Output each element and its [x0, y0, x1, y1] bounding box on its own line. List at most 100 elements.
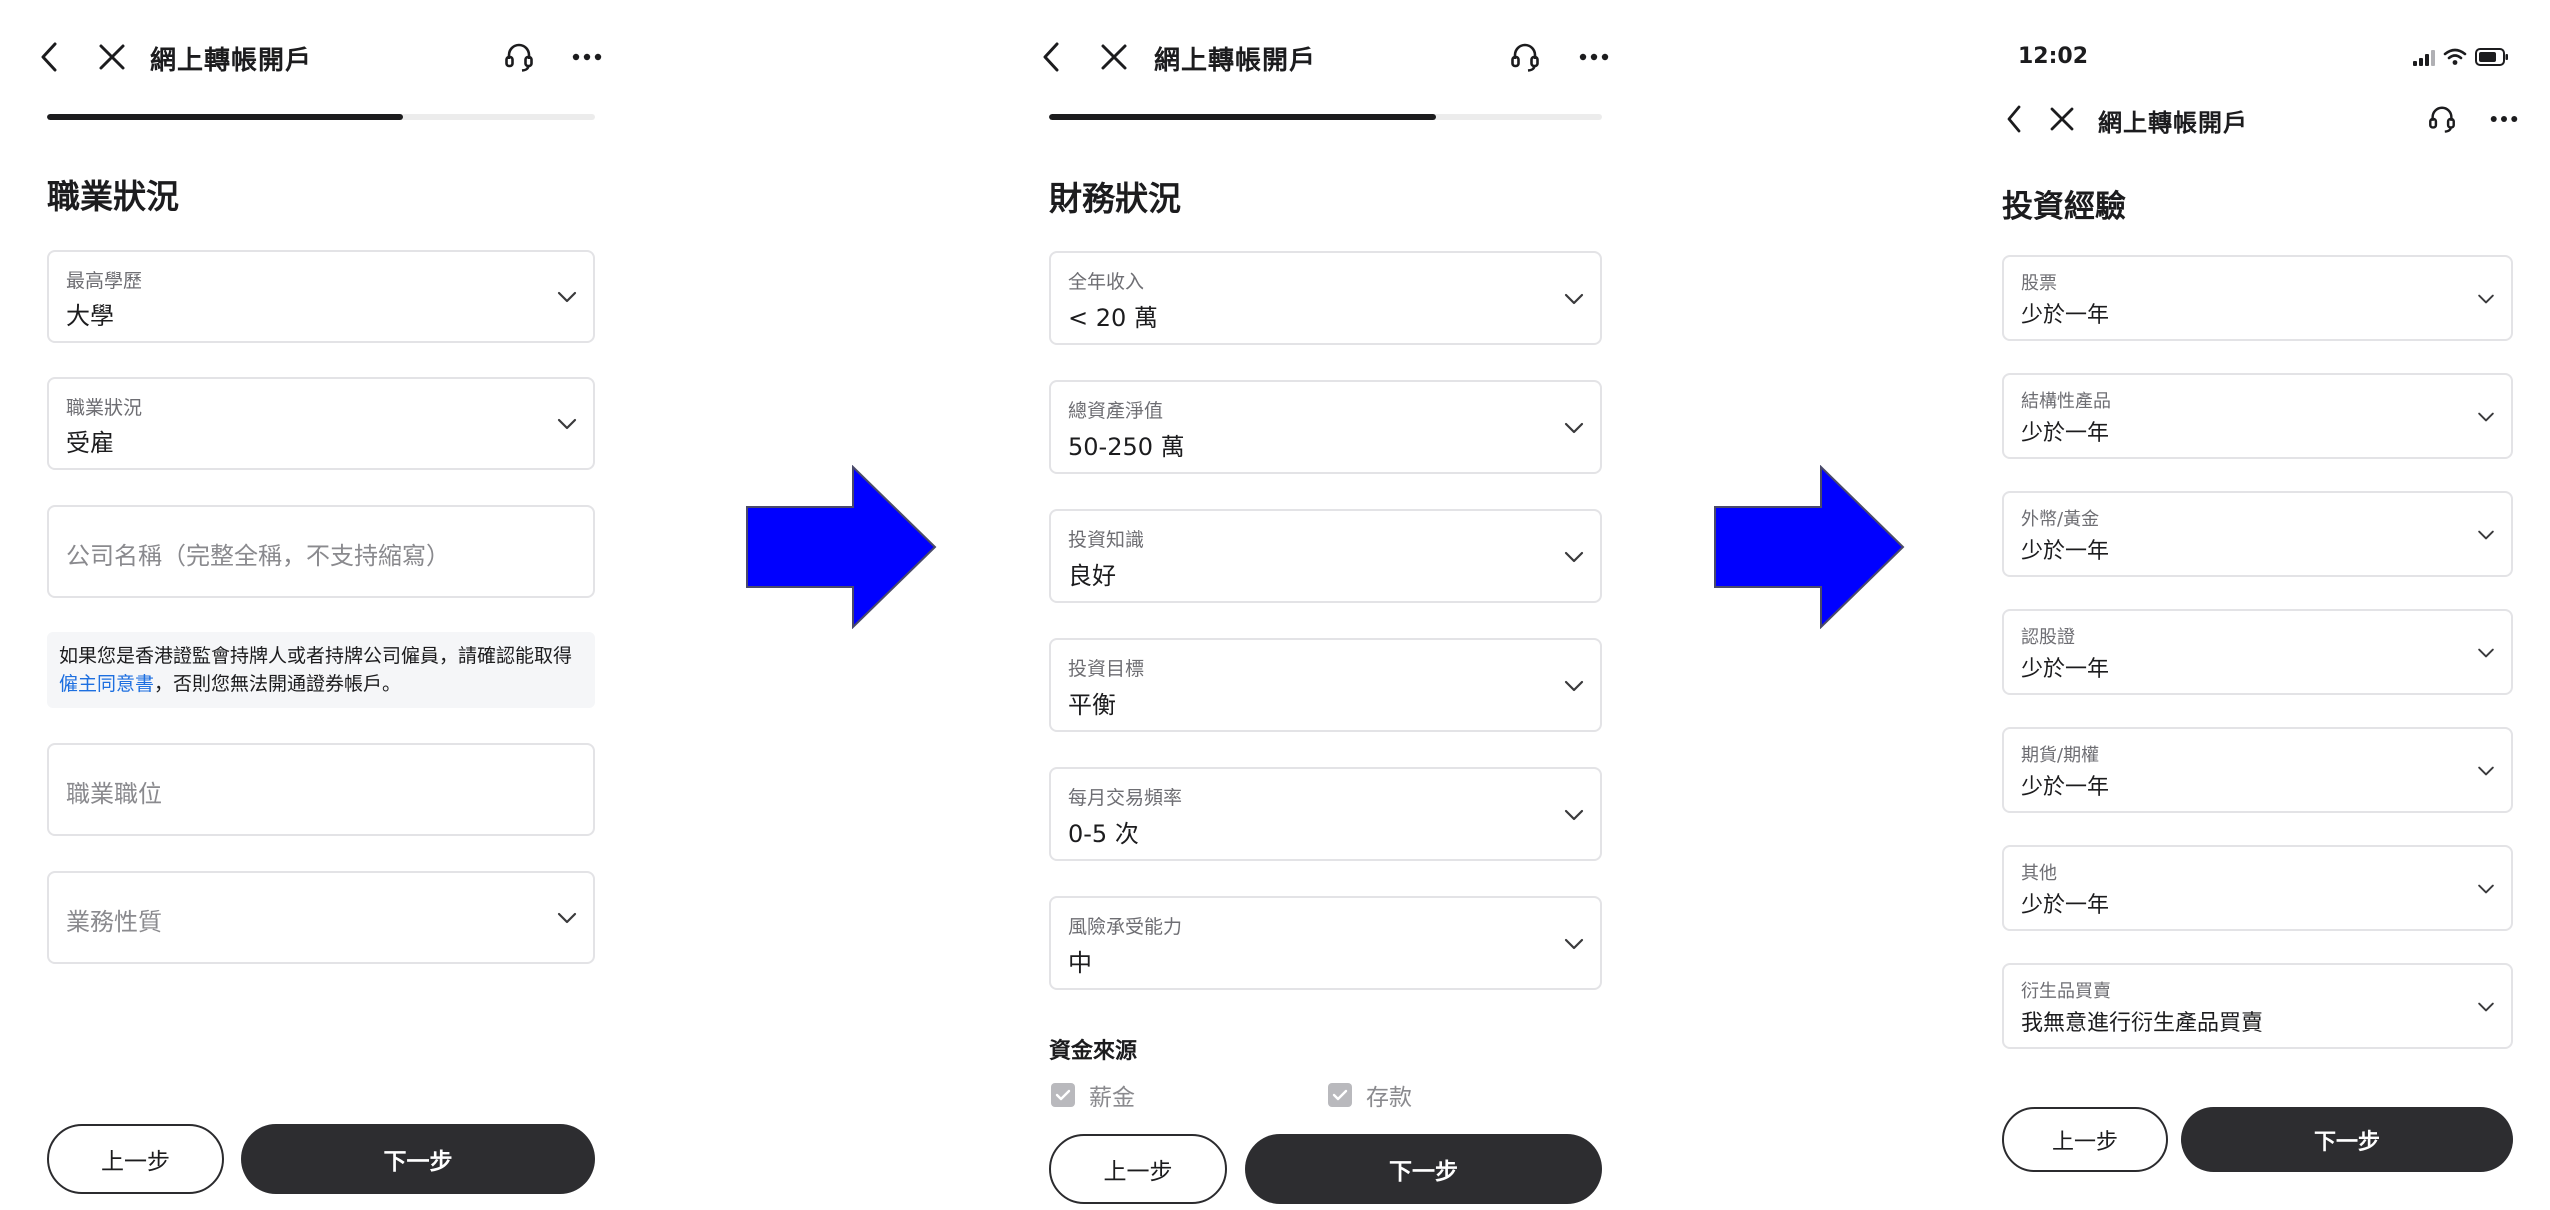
- education-select[interactable]: 最高學歷 大學: [47, 250, 595, 343]
- field-value: 0-5 次: [1068, 820, 1139, 848]
- page-title: 網上轉帳開戶: [150, 46, 313, 76]
- progress-bar: [47, 114, 595, 120]
- checkbox-label: 薪金: [1089, 1085, 1135, 1111]
- flow-arrow-icon: [1714, 465, 1905, 629]
- trade-frequency-select[interactable]: 每月交易頻率 0-5 次: [1049, 767, 1602, 861]
- checkbox-checked-icon: [1328, 1083, 1352, 1107]
- chevron-down-icon: [1564, 293, 1584, 305]
- field-value: 受雇: [66, 429, 114, 457]
- field-label: 結構性產品: [2021, 391, 2111, 412]
- section-title: 職業狀況: [47, 177, 179, 216]
- close-icon[interactable]: [1099, 42, 1129, 72]
- chevron-down-icon: [1564, 422, 1584, 434]
- chevron-down-icon: [1564, 680, 1584, 692]
- annual-income-select[interactable]: 全年收入 < 20 萬: [1049, 251, 1602, 345]
- next-button[interactable]: 下一步: [1245, 1134, 1602, 1204]
- risk-tolerance-select[interactable]: 風險承受能力 中: [1049, 896, 1602, 990]
- chevron-down-icon: [2478, 530, 2494, 540]
- section-title: 財務狀況: [1049, 179, 1181, 218]
- field-label: 最高學歷: [66, 270, 143, 292]
- page-title: 網上轉帳開戶: [1154, 46, 1317, 76]
- headset-icon[interactable]: [502, 40, 536, 74]
- back-arrow-icon[interactable]: [36, 40, 62, 74]
- field-value: < 20 萬: [1068, 304, 1158, 332]
- section-title: 投資經驗: [2002, 189, 2126, 225]
- field-label: 投資知識: [1068, 529, 1145, 551]
- next-button[interactable]: 下一步: [241, 1124, 595, 1194]
- chevron-down-icon: [2478, 884, 2494, 894]
- futures-options-select[interactable]: 期貨/期權 少於一年: [2002, 727, 2513, 813]
- field-value: 少於一年: [2021, 893, 2110, 918]
- progress-bar: [1049, 114, 1602, 120]
- derivatives-trading-select[interactable]: 衍生品買賣 我無意進行衍生產品買賣: [2002, 963, 2513, 1049]
- chevron-down-icon: [2478, 648, 2494, 658]
- employment-status-select[interactable]: 職業狀況 受雇: [47, 377, 595, 470]
- structured-products-select[interactable]: 結構性產品 少於一年: [2002, 373, 2513, 459]
- business-nature-select[interactable]: 業務性質: [47, 871, 595, 964]
- chevron-down-icon: [2478, 766, 2494, 776]
- field-label: 總資產淨值: [1068, 400, 1164, 422]
- chevron-down-icon: [2478, 412, 2494, 422]
- signal-icon: [2413, 50, 2435, 66]
- chevron-down-icon: [1564, 809, 1584, 821]
- field-value: 我無意進行衍生產品買賣: [2021, 1011, 2264, 1036]
- back-arrow-icon[interactable]: [1038, 40, 1064, 74]
- input-placeholder: 公司名稱（完整全稱，不支持縮寫）: [66, 542, 450, 570]
- screen-investment-experience: 12:02 網上轉帳開戶 投資經驗 股票 少於一年 結構性產品 少於一年 外幣/…: [1995, 0, 2550, 1210]
- page-title: 網上轉帳開戶: [2098, 109, 2248, 137]
- net-assets-select[interactable]: 總資產淨值 50-250 萬: [1049, 380, 1602, 474]
- field-label: 外幣/黃金: [2021, 509, 2100, 530]
- screen-occupation: 網上轉帳開戶 職業狀況 最高學歷 大學 職業狀況 受雇 公司名稱（完整全稱，不支…: [0, 0, 640, 1210]
- field-value: 中: [1068, 949, 1092, 977]
- select-placeholder: 業務性質: [66, 908, 162, 936]
- more-icon[interactable]: [570, 45, 604, 69]
- headset-icon[interactable]: [2426, 103, 2458, 135]
- warrants-select[interactable]: 認股證 少於一年: [2002, 609, 2513, 695]
- licensee-notice: 如果您是香港證監會持牌人或者持牌公司僱員，請確認能取得 僱主同意書，否則您無法開通…: [47, 632, 595, 708]
- prev-button[interactable]: 上一步: [47, 1124, 224, 1194]
- field-label: 股票: [2021, 273, 2057, 294]
- field-label: 認股證: [2021, 627, 2075, 648]
- notice-text-end: ，否則您無法開通證券帳戶。: [154, 673, 402, 695]
- progress-fill: [1049, 114, 1437, 120]
- field-label: 全年收入: [1068, 271, 1145, 293]
- flow-arrow-icon: [746, 465, 937, 629]
- field-label: 投資目標: [1068, 658, 1145, 680]
- company-name-input[interactable]: 公司名稱（完整全稱，不支持縮寫）: [47, 505, 595, 598]
- headset-icon[interactable]: [1508, 40, 1542, 74]
- chevron-down-icon: [1564, 938, 1584, 950]
- chevron-down-icon: [2478, 294, 2494, 304]
- other-experience-select[interactable]: 其他 少於一年: [2002, 845, 2513, 931]
- savings-checkbox[interactable]: 存款: [1328, 1078, 1412, 1112]
- forex-gold-select[interactable]: 外幣/黃金 少於一年: [2002, 491, 2513, 577]
- prev-button[interactable]: 上一步: [2002, 1107, 2168, 1172]
- input-placeholder: 職業職位: [66, 780, 162, 808]
- close-icon[interactable]: [97, 42, 127, 72]
- field-value: 平衡: [1068, 691, 1116, 719]
- field-value: 大學: [66, 302, 114, 330]
- field-value: 少於一年: [2021, 421, 2110, 446]
- more-icon[interactable]: [1577, 45, 1611, 69]
- battery-icon: [2475, 48, 2508, 66]
- chevron-down-icon: [557, 912, 577, 924]
- investment-knowledge-select[interactable]: 投資知識 良好: [1049, 509, 1602, 603]
- field-value: 良好: [1068, 562, 1116, 590]
- investment-goal-select[interactable]: 投資目標 平衡: [1049, 638, 1602, 732]
- stocks-experience-select[interactable]: 股票 少於一年: [2002, 255, 2513, 341]
- field-value: 少於一年: [2021, 775, 2110, 800]
- prev-button[interactable]: 上一步: [1049, 1134, 1227, 1204]
- back-arrow-icon[interactable]: [2002, 103, 2026, 135]
- notice-text: 如果您是香港證監會持牌人或者持牌公司僱員，請確認能取得: [59, 645, 573, 667]
- next-button[interactable]: 下一步: [2181, 1107, 2513, 1172]
- close-icon[interactable]: [2048, 105, 2076, 133]
- field-label: 每月交易頻率: [1068, 787, 1183, 809]
- status-time: 12:02: [2018, 44, 2089, 69]
- more-icon[interactable]: [2488, 107, 2520, 131]
- field-value: 少於一年: [2021, 303, 2110, 328]
- salary-checkbox[interactable]: 薪金: [1051, 1078, 1135, 1112]
- employer-consent-link[interactable]: 僱主同意書: [59, 673, 154, 695]
- chevron-down-icon: [2478, 1002, 2494, 1012]
- position-input[interactable]: 職業職位: [47, 743, 595, 836]
- screen-financial: 網上轉帳開戶 財務狀況 全年收入 < 20 萬 總資產淨值 50-250 萬 投…: [1000, 0, 1640, 1210]
- field-label: 其他: [2021, 863, 2057, 884]
